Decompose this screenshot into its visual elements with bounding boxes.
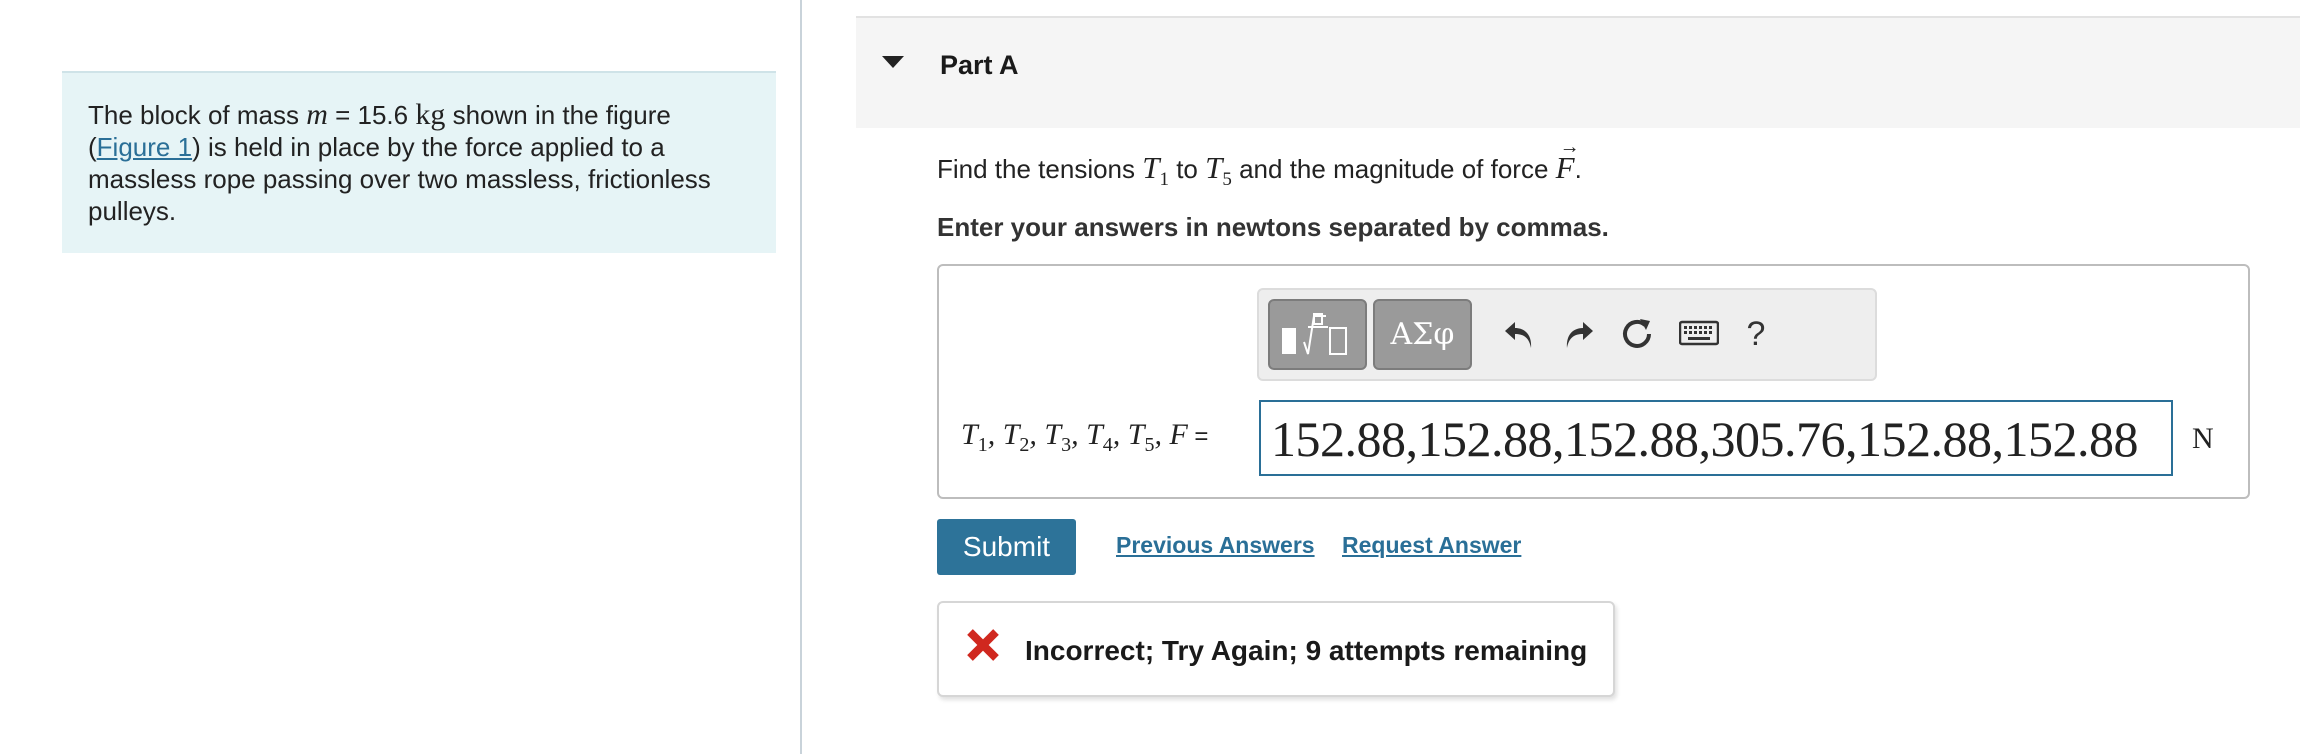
sub: 3 [1061,434,1072,456]
prompt-text: Find the tensions [937,154,1143,184]
keyboard-icon [1679,320,1719,346]
sub: 1 [977,434,988,456]
answer-variables-label: T1, T2, T3, T4, T5, F = [961,418,1208,457]
sub: 2 [1019,434,1030,456]
var-t5: T [1127,418,1145,451]
answer-input[interactable]: 152.88,152.88,152.88,305.76,152.88,152.8… [1259,400,2173,476]
vector-arrow: → [1559,136,1580,158]
problem-text: The block of mass [88,100,307,130]
equals-sign: = [1187,423,1209,450]
feedback-text: Incorrect; Try Again; 9 attempts remaini… [1025,635,1588,666]
problem-statement: The block of mass m = 15.6 kg shown in t… [62,71,776,253]
redo-icon [1566,322,1593,348]
mass-variable: m [306,98,328,131]
problem-text: shown in the figure [445,100,671,130]
request-answer-link[interactable]: Request Answer [1342,532,1521,559]
undo-button[interactable] [1497,312,1541,356]
var-t1: T [961,418,978,451]
previous-answers-link[interactable]: Previous Answers [1116,532,1315,559]
t1-variable: T1 [1142,150,1169,190]
force-vector: F → [1556,136,1580,186]
answer-instruction: Enter your answers in newtons separated … [937,212,1609,242]
sub: 4 [1102,434,1113,456]
answer-area: ΑΣφ ? T1, T2, T3, T4, T5, F = 152.88,152… [937,264,2250,499]
undo-icon [1505,322,1532,348]
sub: 5 [1144,434,1155,456]
sep: , [987,418,1003,451]
reset-button[interactable] [1615,312,1659,356]
var-t3: T [1044,418,1062,451]
part-a-header[interactable]: Part A [856,16,2300,128]
prompt-text: and the magnitude of force [1231,154,1556,184]
fraction-radical-template-icon [1281,312,1347,355]
var-f: F [1169,418,1188,451]
feedback-message: Incorrect; Try Again; 9 attempts remaini… [937,601,1615,697]
sep: , [1071,418,1087,451]
greek-symbols-button[interactable]: ΑΣφ [1373,299,1472,370]
redo-button[interactable] [1557,312,1601,356]
reset-icon [1623,319,1651,348]
help-button[interactable]: ? [1734,312,1778,356]
var-t4: T [1086,418,1103,451]
sep: , [1029,418,1045,451]
t5-variable: T5 [1205,150,1232,190]
submit-button[interactable]: Submit [937,519,1076,575]
part-title: Part A [940,50,1019,80]
prompt-text: to [1168,154,1206,184]
x-icon [967,629,999,661]
templates-button[interactable] [1268,299,1367,370]
left-panel: The block of mass m = 15.6 kg shown in t… [0,0,802,754]
problem-text: ( [88,132,97,162]
t-sub: 1 [1159,169,1169,191]
math-toolbar: ΑΣφ ? [1257,288,1877,381]
var-t2: T [1002,418,1020,451]
t-var: T [1205,150,1223,185]
mass-value: = 15.6 [327,100,416,130]
t-var: T [1142,150,1160,185]
mass-unit: kg [415,98,446,131]
collapse-caret-icon[interactable] [882,56,904,68]
answer-unit: N [2192,422,2214,455]
sep: , [1112,418,1128,451]
figure-link[interactable]: Figure 1 [97,132,192,162]
keyboard-button[interactable] [1677,312,1721,356]
sep: , [1154,418,1170,451]
question-prompt: Find the tensions T1 to T5 and the magni… [937,136,1582,191]
greek-label: ΑΣφ [1390,317,1455,352]
t-sub: 5 [1222,169,1232,191]
